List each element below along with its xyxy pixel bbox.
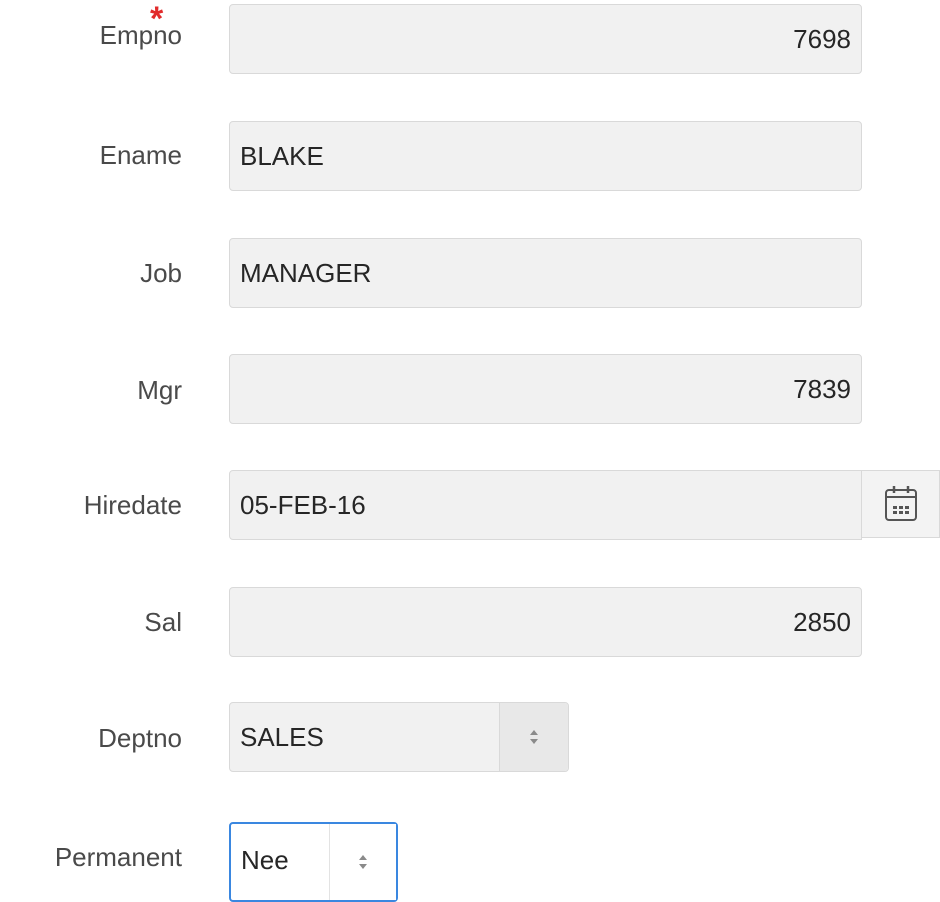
ename-field[interactable]: BLAKE [229, 121, 862, 191]
hiredate-label: Hiredate [83, 490, 182, 520]
ename-label: Ename [99, 140, 182, 170]
mgr-field[interactable]: 7839 [229, 354, 862, 424]
datepicker-button[interactable] [862, 470, 940, 538]
hiredate-field[interactable]: 05-FEB-16 [229, 470, 862, 540]
select-arrows-icon [530, 730, 538, 744]
calendar-icon [885, 486, 917, 521]
job-field[interactable]: MANAGER [229, 238, 862, 308]
sal-field[interactable]: 2850 [229, 587, 862, 657]
mgr-label: Mgr [137, 375, 182, 405]
permanent-select[interactable]: Nee [229, 822, 398, 902]
deptno-label: Deptno [98, 723, 182, 753]
job-label: Job [140, 258, 182, 288]
permanent-label: Permanent [54, 842, 182, 872]
sal-label: Sal [144, 607, 182, 637]
empno-label: Empno [99, 20, 182, 50]
permanent-selected-value: Nee [241, 845, 289, 875]
deptno-select-toggle[interactable] [499, 703, 568, 771]
select-arrows-icon [359, 855, 367, 869]
deptno-select[interactable]: SALES [229, 702, 569, 772]
required-marker: * [150, 0, 164, 38]
deptno-selected-value: SALES [240, 722, 324, 752]
empno-field[interactable]: 7698 [229, 4, 862, 74]
